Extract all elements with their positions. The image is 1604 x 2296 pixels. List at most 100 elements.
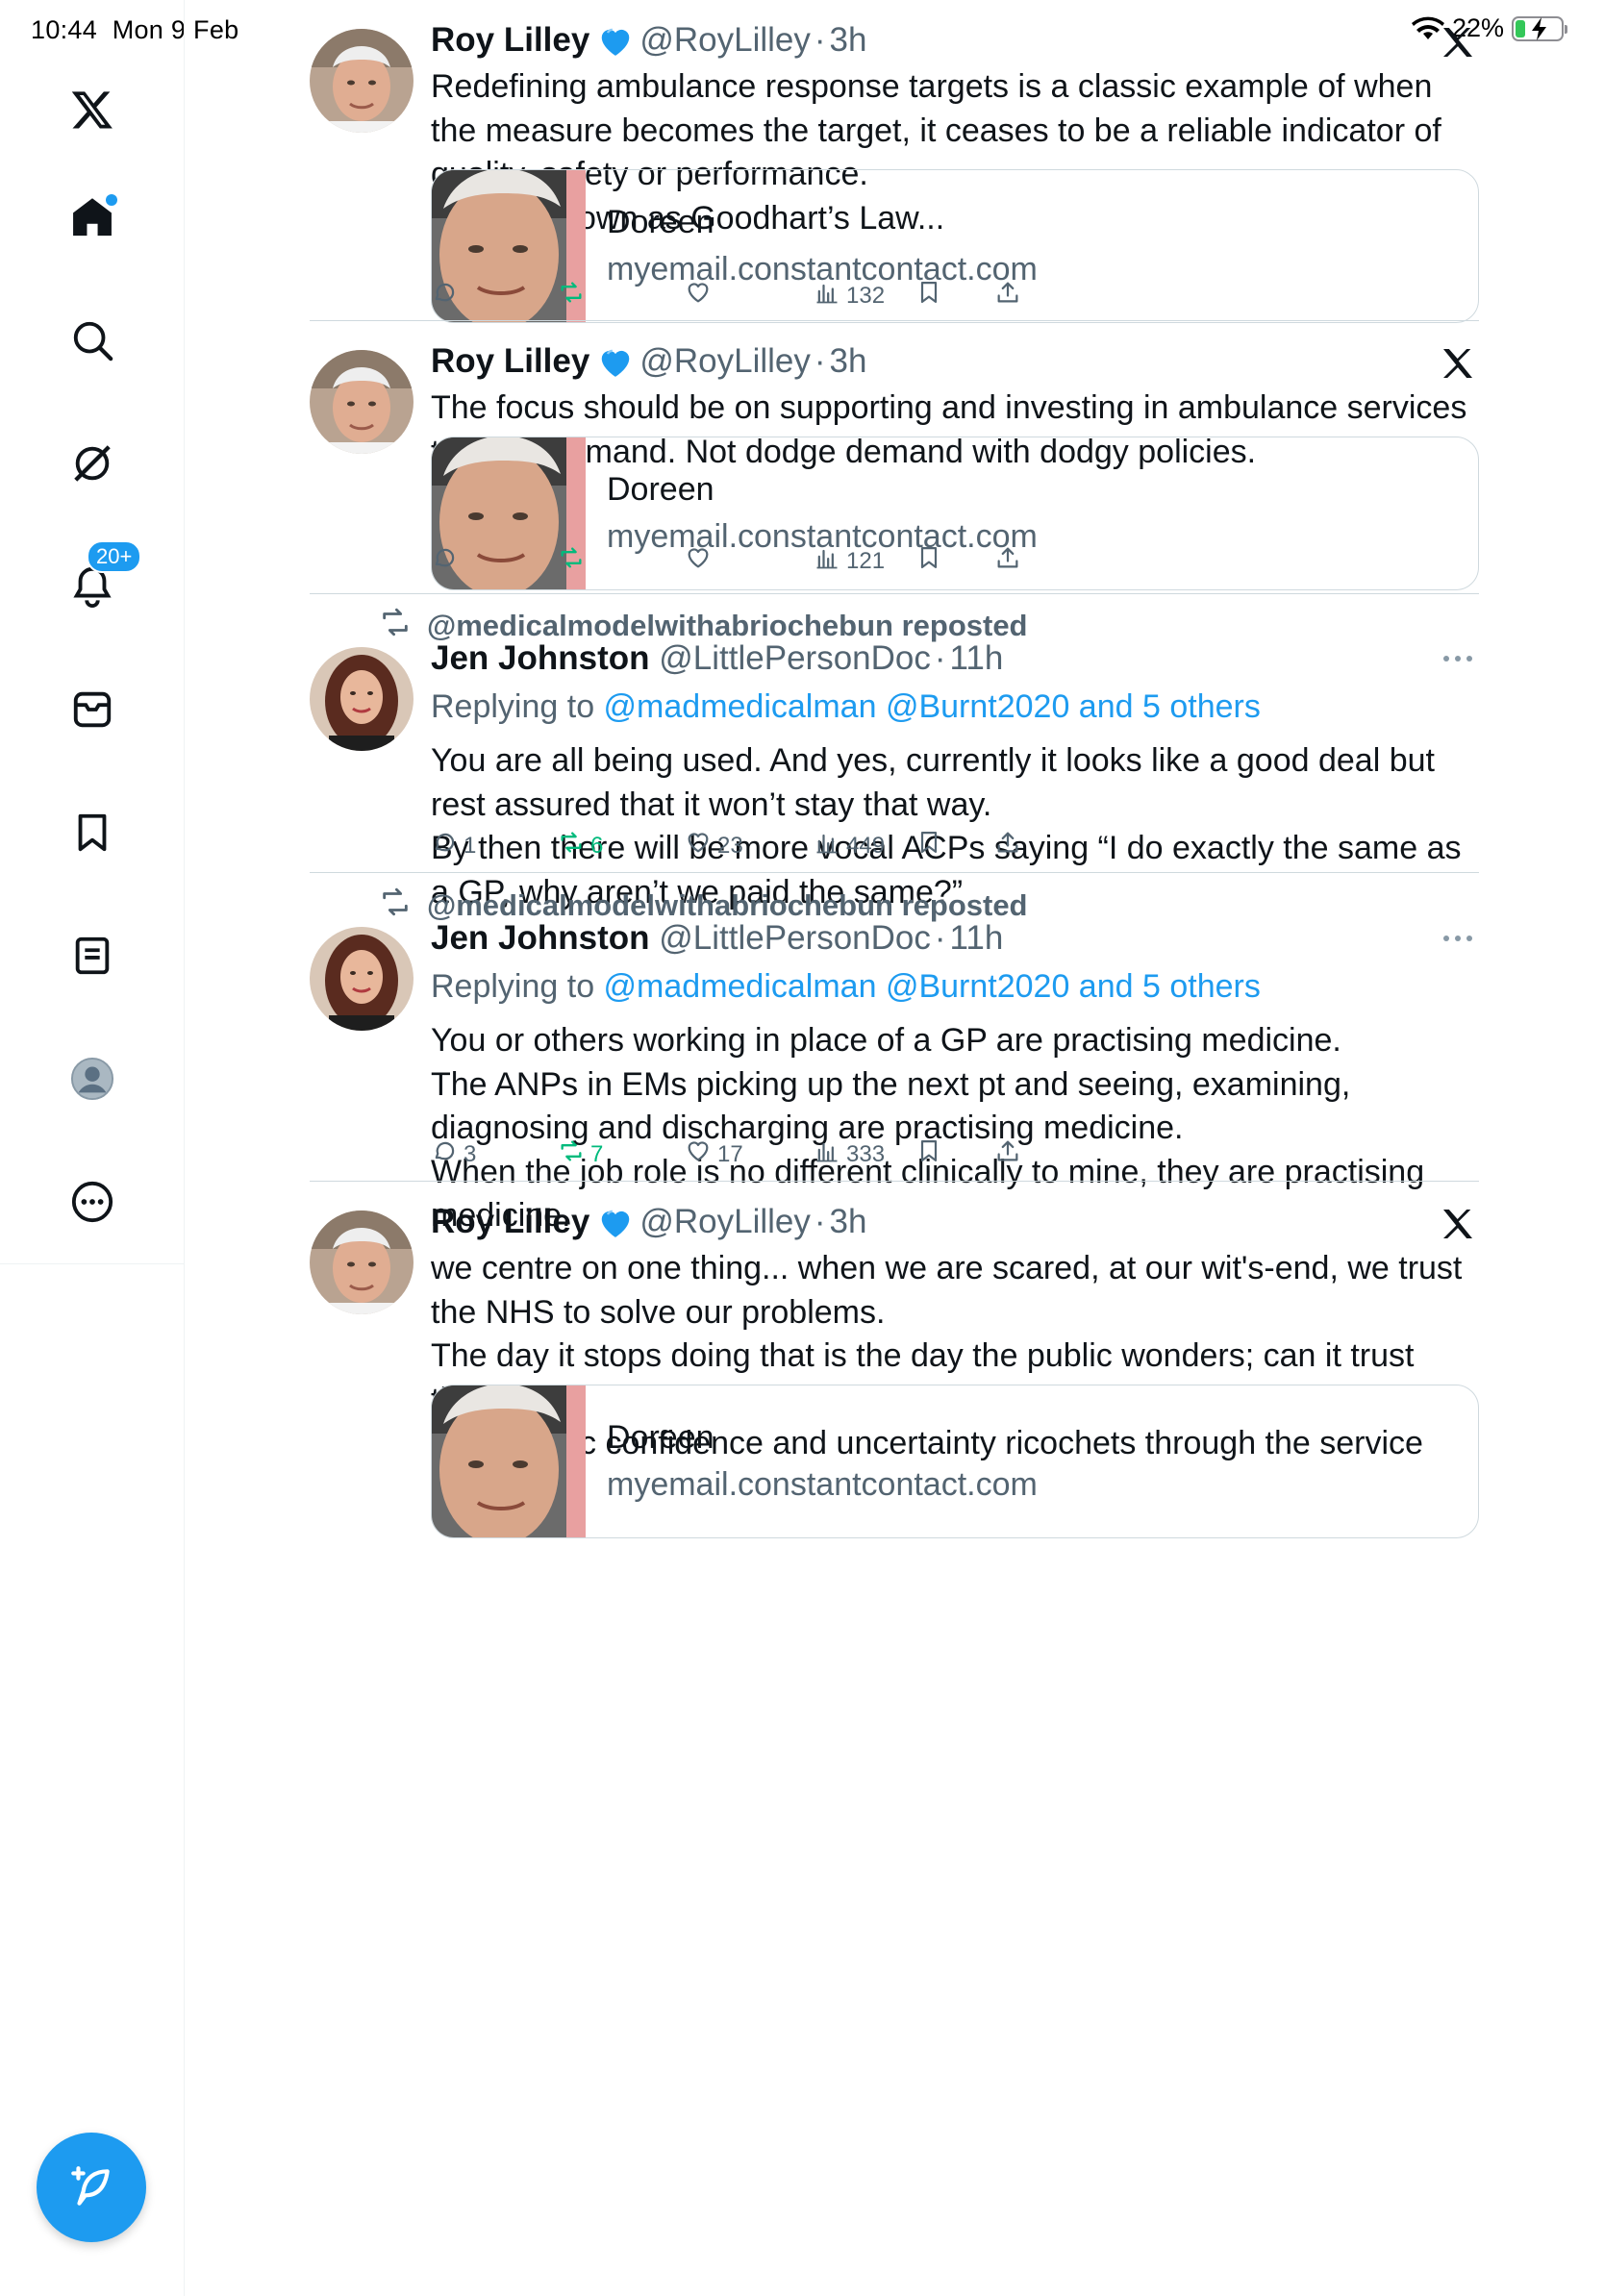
bookmark-button[interactable] [915, 829, 942, 862]
search-icon[interactable] [63, 312, 121, 369]
avatar[interactable] [310, 927, 414, 1031]
repost-icon [558, 829, 585, 862]
tweet-body: Jen Johnston @LittlePersonDoc · 11h Replyin… [431, 915, 1475, 1238]
replying-to: Replying to @madmedicalman @Burnt2020 an… [431, 963, 1475, 1010]
author-handle[interactable]: @RoyLilley [639, 17, 811, 63]
views-button[interactable]: 449 [814, 829, 885, 862]
author-handle[interactable]: @LittlePersonDoc [659, 915, 931, 961]
repost-button[interactable]: 7 [558, 1137, 603, 1171]
bookmark-icon [915, 1137, 942, 1171]
messages-icon[interactable] [63, 681, 121, 738]
more-icon[interactable] [63, 1173, 121, 1231]
heart-icon [685, 279, 712, 312]
reply-button[interactable] [431, 544, 464, 578]
tweet-header: Roy Lilley @RoyLilley · 3h [431, 1199, 1475, 1245]
action-bar: 1 6 23 449 [431, 829, 1354, 867]
profile-icon[interactable] [63, 1050, 121, 1108]
tweet-time[interactable]: 3h [830, 17, 867, 63]
author-handle[interactable]: @RoyLilley [639, 1199, 811, 1245]
author-name[interactable]: Roy Lilley [431, 338, 589, 385]
card-thumbnail [432, 1385, 586, 1537]
avatar[interactable] [310, 350, 414, 454]
views-button[interactable]: 132 [814, 279, 885, 312]
repost-button[interactable]: 6 [558, 829, 603, 862]
like-button[interactable] [685, 544, 717, 578]
views-count: 333 [846, 1140, 886, 1167]
views-button[interactable]: 333 [814, 1137, 885, 1171]
more-options-icon[interactable] [1439, 649, 1477, 668]
tweet-divider [310, 872, 1479, 873]
replying-to-mentions[interactable]: @madmedicalman @Burnt2020 and 5 others [604, 688, 1261, 725]
replies-count: 1 [464, 832, 477, 859]
bookmark-button[interactable] [915, 1137, 942, 1171]
author-name[interactable]: Jen Johnston [431, 636, 650, 682]
author-name[interactable]: Roy Lilley [431, 17, 589, 63]
separator-dot: · [814, 1203, 826, 1240]
bookmark-button[interactable] [915, 279, 942, 312]
bookmarks-icon[interactable] [63, 804, 121, 861]
share-icon [994, 544, 1021, 578]
tweet-header: Roy Lilley @RoyLilley · 3h [431, 17, 1475, 63]
tweet-header: Roy Lilley @RoyLilley · 3h [431, 338, 1475, 385]
tweet-time[interactable]: 11h [950, 636, 1004, 682]
author-handle[interactable]: @LittlePersonDoc [659, 636, 931, 682]
bookmark-button[interactable] [915, 544, 942, 578]
tweet-divider [310, 1181, 1479, 1182]
share-icon [994, 1137, 1021, 1171]
share-button[interactable] [994, 279, 1021, 312]
card-title: Doreen [607, 1419, 714, 1456]
likes-count: 23 [717, 832, 743, 859]
grok-icon[interactable] [63, 435, 121, 492]
home-icon[interactable] [63, 188, 121, 246]
compose-button[interactable] [37, 2133, 146, 2242]
like-button[interactable] [685, 279, 717, 312]
author-name[interactable]: Roy Lilley [431, 1199, 589, 1245]
x-logo-icon[interactable] [63, 81, 121, 138]
heart-verified-icon [597, 344, 634, 379]
separator-dot: · [934, 639, 946, 677]
author-name[interactable]: Jen Johnston [431, 915, 650, 961]
link-card[interactable]: Doreen myemail.constantcontact.com [431, 1385, 1479, 1538]
share-button[interactable] [994, 1137, 1021, 1171]
share-button[interactable] [994, 829, 1021, 862]
replying-to-mentions[interactable]: @madmedicalman @Burnt2020 and 5 others [604, 968, 1261, 1005]
views-button[interactable]: 121 [814, 544, 885, 578]
avatar[interactable] [310, 1210, 414, 1314]
reply-button[interactable] [431, 279, 464, 312]
card-domain: myemail.constantcontact.com [607, 1466, 1038, 1503]
heart-verified-icon [597, 23, 634, 58]
like-button[interactable]: 23 [685, 829, 743, 862]
grok-x-icon[interactable] [1439, 23, 1477, 62]
notifications-icon[interactable]: 20+ [63, 540, 142, 615]
tweet-header: Jen Johnston @LittlePersonDoc · 11h [431, 915, 1475, 961]
reply-button[interactable]: 3 [431, 1137, 476, 1171]
notifications-badge: 20+ [87, 540, 142, 573]
more-options-icon[interactable] [1439, 929, 1477, 948]
like-button[interactable]: 17 [685, 1137, 743, 1171]
grok-x-icon[interactable] [1439, 1205, 1477, 1243]
reposts-count: 7 [590, 1140, 604, 1167]
battery-fill [1516, 19, 1526, 37]
likes-count: 17 [717, 1140, 743, 1167]
share-button[interactable] [994, 544, 1021, 578]
replies-count: 3 [464, 1140, 477, 1167]
grok-x-icon[interactable] [1439, 344, 1477, 383]
reply-button[interactable]: 1 [431, 829, 476, 862]
tweet-time[interactable]: 11h [950, 915, 1004, 961]
heart-verified-icon [602, 1210, 630, 1237]
repost-icon [379, 606, 412, 646]
action-bar: 3 7 17 333 [431, 1137, 1354, 1176]
avatar[interactable] [310, 29, 414, 133]
home-unread-dot [106, 194, 117, 206]
feather-plus-icon [71, 2166, 110, 2206]
card-title: Doreen [607, 204, 714, 240]
author-handle[interactable]: @RoyLilley [639, 338, 811, 385]
tweet-time[interactable]: 3h [830, 1199, 867, 1245]
lists-icon[interactable] [63, 927, 121, 985]
tweet-time[interactable]: 3h [830, 338, 867, 385]
repost-button[interactable] [558, 279, 590, 312]
repost-button[interactable] [558, 544, 590, 578]
card-info: Doreen myemail.constantcontact.com [586, 1385, 1038, 1537]
avatar[interactable] [310, 647, 414, 751]
heart-verified-icon [602, 349, 630, 377]
